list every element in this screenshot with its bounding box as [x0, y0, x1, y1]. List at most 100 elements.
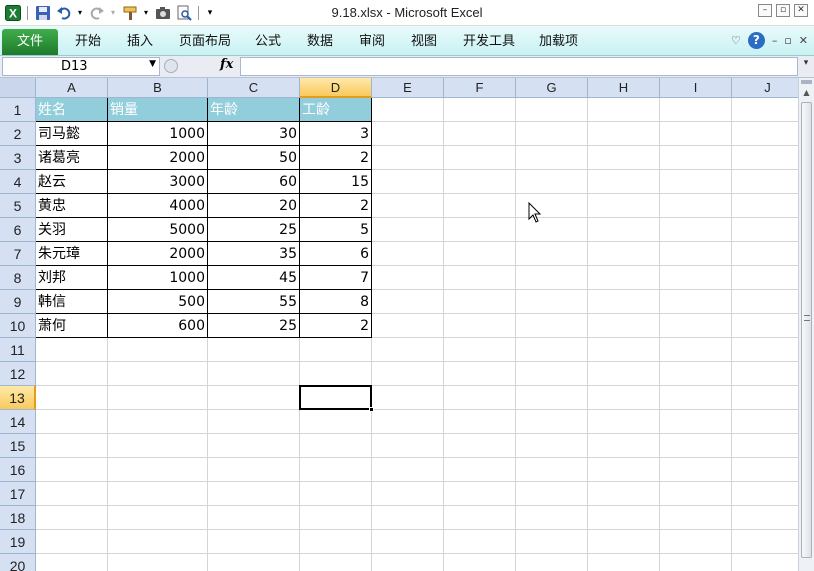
cell-b2[interactable]: 1000: [108, 122, 208, 146]
cell-e16[interactable]: [372, 458, 444, 482]
cell-f19[interactable]: [444, 530, 516, 554]
cell-g18[interactable]: [516, 506, 588, 530]
cell-c11[interactable]: [208, 338, 300, 362]
cell-b17[interactable]: [108, 482, 208, 506]
cell-b20[interactable]: [108, 554, 208, 571]
cell-i15[interactable]: [660, 434, 732, 458]
split-box[interactable]: [801, 80, 812, 84]
cell-d11[interactable]: [300, 338, 372, 362]
cell-d19[interactable]: [300, 530, 372, 554]
column-header-c[interactable]: C: [208, 78, 300, 98]
cell-f20[interactable]: [444, 554, 516, 571]
cell-e3[interactable]: [372, 146, 444, 170]
cell-b6[interactable]: 5000: [108, 218, 208, 242]
cell-i14[interactable]: [660, 410, 732, 434]
row-header-16[interactable]: 16: [0, 458, 36, 482]
cell-e1[interactable]: [372, 98, 444, 122]
cell-b4[interactable]: 3000: [108, 170, 208, 194]
cell-b19[interactable]: [108, 530, 208, 554]
cell-f15[interactable]: [444, 434, 516, 458]
cell-e14[interactable]: [372, 410, 444, 434]
cell-b15[interactable]: [108, 434, 208, 458]
cell-j10[interactable]: [732, 314, 798, 338]
cell-j18[interactable]: [732, 506, 798, 530]
cell-f4[interactable]: [444, 170, 516, 194]
cell-a8[interactable]: 刘邦: [36, 266, 108, 290]
cell-c17[interactable]: [208, 482, 300, 506]
cell-d9[interactable]: 8: [300, 290, 372, 314]
cell-j2[interactable]: [732, 122, 798, 146]
cell-c8[interactable]: 45: [208, 266, 300, 290]
cell-b14[interactable]: [108, 410, 208, 434]
tab-home[interactable]: 开始: [75, 29, 101, 55]
cell-h18[interactable]: [588, 506, 660, 530]
cell-g17[interactable]: [516, 482, 588, 506]
row-header-12[interactable]: 12: [0, 362, 36, 386]
cell-h15[interactable]: [588, 434, 660, 458]
cell-b11[interactable]: [108, 338, 208, 362]
cell-g10[interactable]: [516, 314, 588, 338]
workbook-restore-button[interactable]: ▫: [784, 34, 791, 47]
cell-c15[interactable]: [208, 434, 300, 458]
cell-a15[interactable]: [36, 434, 108, 458]
select-all-corner[interactable]: [0, 78, 36, 98]
cell-d2[interactable]: 3: [300, 122, 372, 146]
tab-page-layout[interactable]: 页面布局: [179, 29, 231, 55]
tab-view[interactable]: 视图: [411, 29, 437, 55]
cell-i8[interactable]: [660, 266, 732, 290]
cell-g14[interactable]: [516, 410, 588, 434]
cell-e10[interactable]: [372, 314, 444, 338]
row-header-6[interactable]: 6: [0, 218, 36, 242]
tab-data[interactable]: 数据: [307, 29, 333, 55]
row-header-17[interactable]: 17: [0, 482, 36, 506]
cell-i5[interactable]: [660, 194, 732, 218]
cell-c12[interactable]: [208, 362, 300, 386]
column-header-a[interactable]: A: [36, 78, 108, 98]
cell-h19[interactable]: [588, 530, 660, 554]
formula-bar-expand-icon[interactable]: [164, 59, 178, 73]
cell-e15[interactable]: [372, 434, 444, 458]
cell-c14[interactable]: [208, 410, 300, 434]
cell-j4[interactable]: [732, 170, 798, 194]
cell-e8[interactable]: [372, 266, 444, 290]
scroll-up-icon[interactable]: ▲: [800, 86, 813, 100]
column-header-i[interactable]: I: [660, 78, 732, 98]
cell-f2[interactable]: [444, 122, 516, 146]
cell-a5[interactable]: 黄忠: [36, 194, 108, 218]
row-header-1[interactable]: 1: [0, 98, 36, 122]
cell-h5[interactable]: [588, 194, 660, 218]
column-header-g[interactable]: G: [516, 78, 588, 98]
cell-e13[interactable]: [372, 386, 444, 410]
cell-f18[interactable]: [444, 506, 516, 530]
cell-h4[interactable]: [588, 170, 660, 194]
cell-a20[interactable]: [36, 554, 108, 571]
cell-i11[interactable]: [660, 338, 732, 362]
cell-b7[interactable]: 2000: [108, 242, 208, 266]
cell-c10[interactable]: 25: [208, 314, 300, 338]
cell-a18[interactable]: [36, 506, 108, 530]
cell-e5[interactable]: [372, 194, 444, 218]
tab-file[interactable]: 文件: [2, 29, 58, 55]
row-header-19[interactable]: 19: [0, 530, 36, 554]
cell-h13[interactable]: [588, 386, 660, 410]
cell-c2[interactable]: 30: [208, 122, 300, 146]
cell-d20[interactable]: [300, 554, 372, 571]
cell-g7[interactable]: [516, 242, 588, 266]
cell-f13[interactable]: [444, 386, 516, 410]
row-header-7[interactable]: 7: [0, 242, 36, 266]
cell-g16[interactable]: [516, 458, 588, 482]
cell-j7[interactable]: [732, 242, 798, 266]
cell-d14[interactable]: [300, 410, 372, 434]
row-header-5[interactable]: 5: [0, 194, 36, 218]
row-header-2[interactable]: 2: [0, 122, 36, 146]
cell-e7[interactable]: [372, 242, 444, 266]
column-header-b[interactable]: B: [108, 78, 208, 98]
cell-d13[interactable]: [300, 386, 372, 410]
workbook-close-button[interactable]: ✕: [799, 34, 808, 47]
cell-c3[interactable]: 50: [208, 146, 300, 170]
cell-f5[interactable]: [444, 194, 516, 218]
cell-i1[interactable]: [660, 98, 732, 122]
minimize-button[interactable]: –: [758, 4, 772, 17]
cell-f3[interactable]: [444, 146, 516, 170]
cell-b3[interactable]: 2000: [108, 146, 208, 170]
